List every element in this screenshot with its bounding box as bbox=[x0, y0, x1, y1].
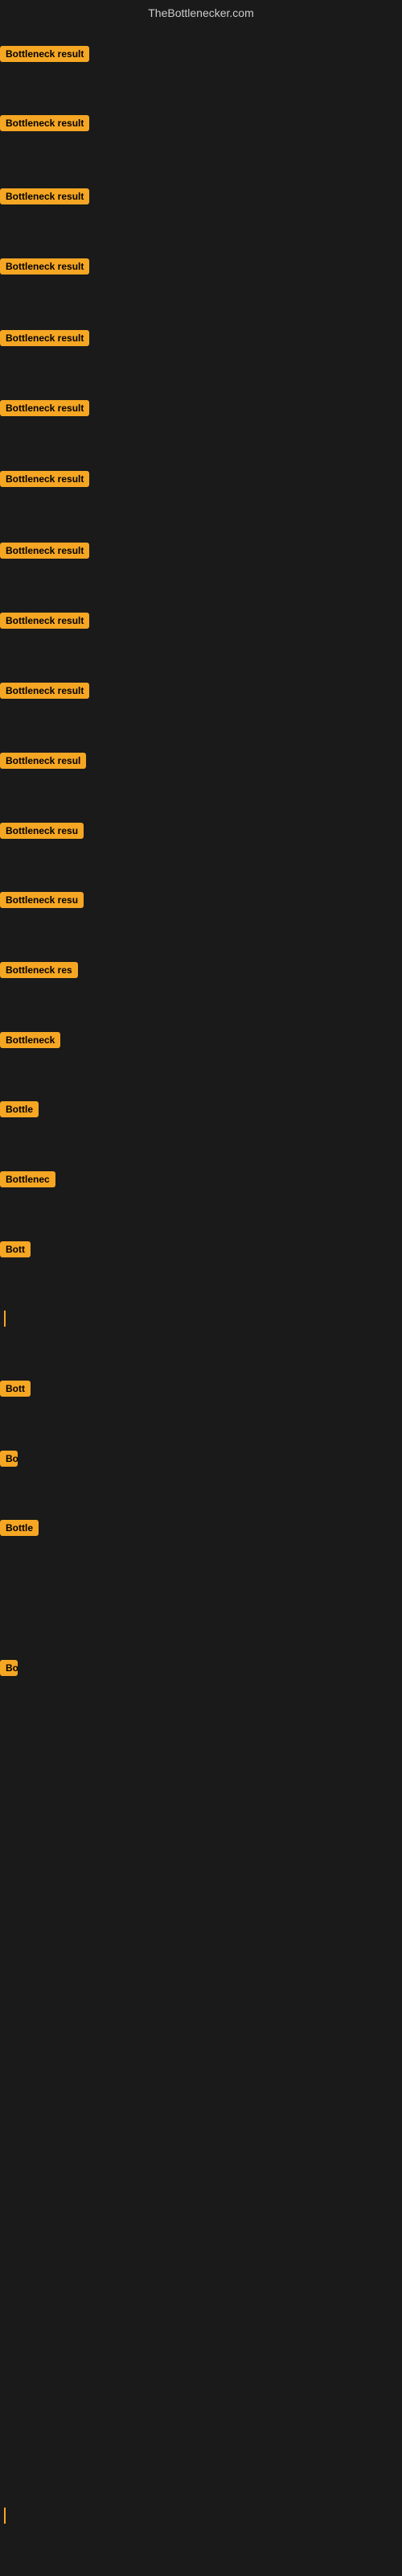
bottleneck-result-item: Bottleneck res bbox=[0, 962, 78, 982]
bottleneck-badge: Bottleneck resu bbox=[0, 892, 84, 908]
bottleneck-result-item: Bottleneck result bbox=[0, 188, 89, 208]
bottleneck-badge: Bottleneck result bbox=[0, 258, 89, 275]
line-marker bbox=[4, 1311, 6, 1327]
bottleneck-badge: Bottle bbox=[0, 1101, 39, 1117]
bottleneck-result-item: Bottleneck resul bbox=[0, 753, 86, 773]
bottleneck-result-item: Bottleneck result bbox=[0, 400, 89, 420]
bottleneck-badge: Bott bbox=[0, 1241, 31, 1257]
bottleneck-result-item: Bott bbox=[0, 1241, 31, 1261]
bottleneck-badge: Bottleneck resu bbox=[0, 823, 84, 839]
bottleneck-badge: Bottleneck result bbox=[0, 400, 89, 416]
bottleneck-result-item: Bottleneck result bbox=[0, 258, 89, 279]
bottleneck-badge: Bottleneck result bbox=[0, 471, 89, 487]
bottleneck-result-item: Bottleneck result bbox=[0, 683, 89, 703]
bottleneck-badge: Bottleneck result bbox=[0, 683, 89, 699]
bottleneck-result-item bbox=[0, 1311, 6, 1327]
bottleneck-result-item: Bottleneck resu bbox=[0, 892, 84, 912]
bottleneck-result-item: Bottleneck result bbox=[0, 46, 89, 66]
bottleneck-badge: Bottleneck bbox=[0, 1032, 60, 1048]
bottleneck-result-item: Bottleneck result bbox=[0, 613, 89, 633]
line-marker bbox=[4, 2508, 6, 2524]
bottleneck-badge: Bottleneck result bbox=[0, 115, 89, 131]
bottleneck-result-item: Bottleneck result bbox=[0, 115, 89, 135]
bottleneck-result-item: Bottle bbox=[0, 1520, 39, 1540]
site-title: TheBottlenecker.com bbox=[0, 0, 402, 26]
bottleneck-result-item: Bo bbox=[0, 1451, 18, 1471]
bottleneck-badge: Bottleneck result bbox=[0, 330, 89, 346]
bottleneck-result-item: Bottle bbox=[0, 1101, 39, 1121]
bottleneck-result-item: Bottlenec bbox=[0, 1171, 55, 1191]
bottleneck-badge: Bottleneck result bbox=[0, 543, 89, 559]
bottleneck-badge: Bottlenec bbox=[0, 1171, 55, 1187]
bottleneck-result-item: Bottleneck result bbox=[0, 471, 89, 491]
bottleneck-badge: Bo bbox=[0, 1451, 18, 1467]
bottleneck-badge: Bottleneck result bbox=[0, 613, 89, 629]
bottleneck-badge: Bottleneck result bbox=[0, 188, 89, 204]
bottleneck-result-item: Bottleneck bbox=[0, 1032, 60, 1052]
bottleneck-badge: Bottleneck result bbox=[0, 46, 89, 62]
bottleneck-badge: Bottleneck res bbox=[0, 962, 78, 978]
bottleneck-badge: Bott bbox=[0, 1381, 31, 1397]
bottleneck-badge: Bottle bbox=[0, 1520, 39, 1536]
bottleneck-badge: Bottleneck resul bbox=[0, 753, 86, 769]
bottleneck-result-item: Bo bbox=[0, 1660, 18, 1680]
bottleneck-result-item: Bottleneck result bbox=[0, 543, 89, 563]
bottleneck-result-item: Bott bbox=[0, 1381, 31, 1401]
bottleneck-result-item: Bottleneck resu bbox=[0, 823, 84, 843]
bottleneck-result-item: Bottleneck result bbox=[0, 330, 89, 350]
bottleneck-badge: Bo bbox=[0, 1660, 18, 1676]
bottleneck-result-item bbox=[0, 2508, 6, 2524]
